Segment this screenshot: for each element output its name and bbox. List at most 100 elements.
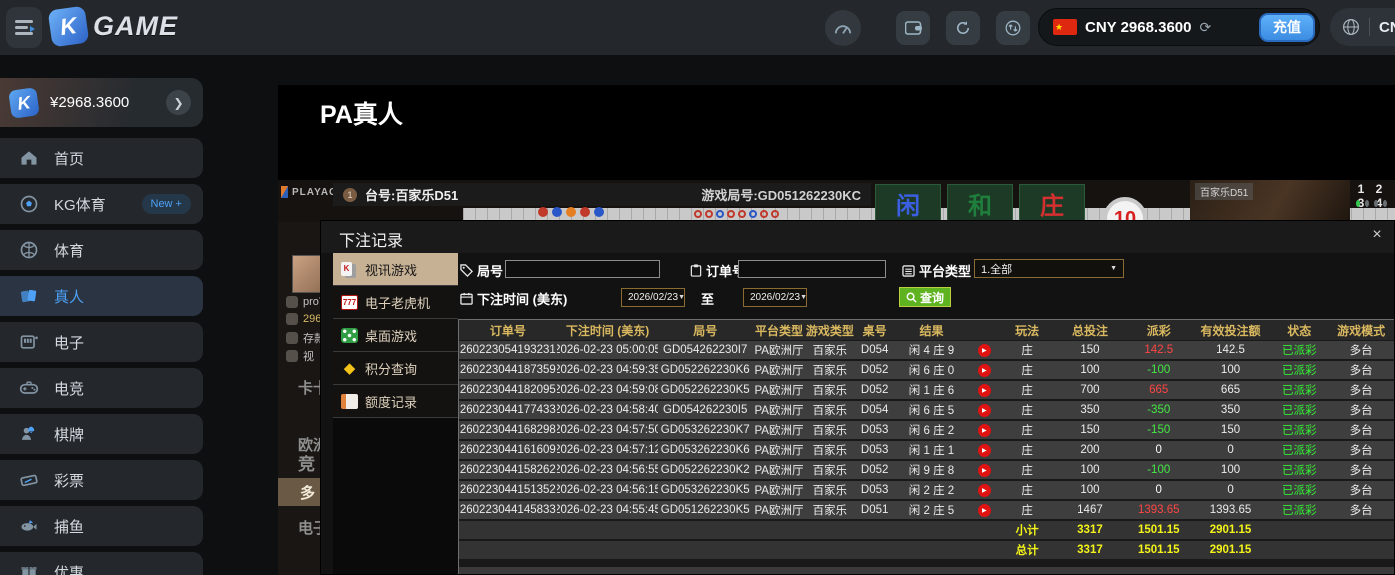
- sidebar-item-promotions[interactable]: 优惠: [0, 552, 203, 575]
- promo-icon: [19, 562, 39, 575]
- sidebar-item-fishing[interactable]: 捕鱼: [0, 506, 203, 546]
- date-from-value: 2026/02/23: [628, 292, 678, 303]
- tab-table-games[interactable]: 桌面游戏: [333, 319, 458, 352]
- replay-button[interactable]: ▶: [978, 444, 991, 457]
- wallet-button[interactable]: [896, 11, 930, 45]
- table-row[interactable]: 260223044168298 2026-02-23 04:57:50 GD05…: [459, 421, 1394, 441]
- language-selector[interactable]: CN: [1330, 8, 1395, 46]
- replay-button[interactable]: ▶: [978, 384, 991, 397]
- dealer-video: 百家乐D51: [1190, 180, 1350, 222]
- grand-total-label: 总计: [1001, 541, 1053, 559]
- search-button[interactable]: 查询: [899, 287, 951, 307]
- table-row[interactable]: 260223044151352 2026-02-23 04:56:15 GD05…: [459, 481, 1394, 501]
- round-input[interactable]: [505, 260, 660, 278]
- roadmap-badges: [538, 207, 604, 217]
- cell-payout: -150: [1127, 421, 1191, 439]
- sidebar-item-lottery[interactable]: 彩票: [0, 460, 203, 500]
- balance-refresh-icon[interactable]: ⟳: [1199, 19, 1211, 36]
- replay-button[interactable]: ▶: [978, 364, 991, 377]
- sidebar-item-sports[interactable]: 体育: [0, 230, 203, 270]
- cell-game-type: 百家乐: [806, 381, 854, 399]
- sidebar-item-slots[interactable]: 电子: [0, 322, 203, 362]
- tab-label: 桌面游戏: [365, 326, 417, 345]
- col-header-game-mode: 游戏模式: [1328, 320, 1394, 340]
- table-row[interactable]: 260223044145833 2026-02-23 04:55:45 GD05…: [459, 501, 1394, 521]
- cell-valid-bet: 100: [1191, 461, 1271, 479]
- esports-icon: [19, 378, 39, 398]
- platform-filter-label: 平台类型: [902, 261, 971, 280]
- sidebar-item-home[interactable]: 首页: [0, 138, 203, 178]
- cell-total-bet: 700: [1053, 381, 1127, 399]
- tab-video-games[interactable]: 视讯游戏: [333, 253, 458, 286]
- order-filter-label: 订单号: [690, 261, 745, 280]
- sidebar-item-esports[interactable]: 电竞: [0, 368, 203, 408]
- date-to-select[interactable]: 2026/02/23 ▼: [743, 288, 807, 307]
- round-filter-label: 局号: [460, 261, 503, 280]
- brand-logo[interactable]: K GAME: [50, 8, 178, 45]
- bet-spot-player[interactable]: 闲: [875, 184, 941, 222]
- col-header-time: 下注时间 (美东): [557, 320, 659, 340]
- table-row[interactable]: 260223044182095 2026-02-23 04:59:08 GD05…: [459, 381, 1394, 401]
- deposit-button[interactable]: 充值: [1259, 13, 1315, 42]
- sidebar-item-live-casino[interactable]: 真人: [0, 276, 203, 316]
- close-icon[interactable]: ×: [1367, 226, 1387, 244]
- subtotal-total-bet: 3317: [1053, 521, 1127, 539]
- modal-content: 局号 订单号 平台类型 1.全部 ▼ 下注时间 (美东) 2026/: [458, 253, 1394, 574]
- table-row[interactable]: 260223044161609 2026-02-23 04:57:12 GD05…: [459, 441, 1394, 461]
- platform-select[interactable]: 1.全部 ▼: [974, 259, 1124, 278]
- tab-slots[interactable]: 777 电子老虎机: [333, 286, 458, 319]
- table-row[interactable]: 260223044158262 2026-02-23 04:56:55 GD05…: [459, 461, 1394, 481]
- bet-spot-tie[interactable]: 和: [947, 184, 1013, 222]
- cards-icon: [341, 262, 358, 277]
- cell-game-type: 百家乐: [806, 481, 854, 499]
- grand-total-total-bet: 3317: [1053, 541, 1127, 559]
- table-body: 260223054193231 2026-02-23 05:00:05 GD05…: [459, 341, 1394, 521]
- col-header-result: 结果: [896, 320, 968, 340]
- cell-method: 庄: [1001, 421, 1053, 439]
- cell-total-bet: 150: [1053, 421, 1127, 439]
- cell-valid-bet: 350: [1191, 401, 1271, 419]
- cell-method: 庄: [1001, 401, 1053, 419]
- fishing-icon: [19, 516, 39, 536]
- col-header-table-no: 桌号: [854, 320, 896, 340]
- date-to-value: 2026/02/23: [750, 292, 800, 303]
- tab-points-query[interactable]: ◆ 积分查询: [333, 352, 458, 385]
- bet-spots: 闲 和 庄: [875, 184, 1085, 222]
- lobby-item[interactable]: 竞: [298, 450, 315, 475]
- sidebar: K ¥2968.3600 ❯ 首页 KG体育 New + 体育 真人 电子 电竞: [0, 55, 217, 575]
- tab-label: 积分查询: [365, 359, 417, 378]
- col-header-payout: 派彩: [1127, 320, 1191, 340]
- table-row[interactable]: 260223054193231 2026-02-23 05:00:05 GD05…: [459, 341, 1394, 361]
- cell-payout: 0: [1127, 441, 1191, 459]
- replay-button[interactable]: ▶: [978, 344, 991, 357]
- network-speed-button[interactable]: [825, 10, 861, 46]
- replay-button[interactable]: ▶: [978, 424, 991, 437]
- date-from-select[interactable]: 2026/02/23 ▼: [621, 288, 685, 307]
- wallet-expand-button[interactable]: ❯: [166, 90, 191, 115]
- replay-button[interactable]: ▶: [978, 404, 991, 417]
- replay-button[interactable]: ▶: [978, 504, 991, 517]
- empty-row: [459, 567, 1394, 574]
- replay-button[interactable]: ▶: [978, 464, 991, 477]
- sidebar-toggle-button[interactable]: [6, 7, 42, 48]
- order-input[interactable]: [738, 260, 886, 278]
- lobby-video[interactable]: 视: [286, 348, 314, 364]
- tab-quota-records[interactable]: 额度记录: [333, 385, 458, 418]
- sidebar-item-kg-sports[interactable]: KG体育 New +: [0, 184, 203, 224]
- currency-balance-pill[interactable]: ★ CNY 2968.3600 ⟳ 充值: [1038, 8, 1320, 46]
- cell-table-no: D053: [854, 441, 896, 459]
- table-info: 台号:百家乐D51: [365, 185, 458, 204]
- cell-table-no: D053: [854, 481, 896, 499]
- table-row[interactable]: 260223044187359 2026-02-23 04:59:35 GD05…: [459, 361, 1394, 381]
- modal-title: 下注记录: [339, 227, 403, 251]
- transfer-button[interactable]: [996, 11, 1030, 45]
- subtotal-valid-bet: 2901.15: [1191, 521, 1271, 539]
- refresh-balance-button[interactable]: [946, 11, 980, 45]
- table-row[interactable]: 260223044177433 2026-02-23 04:58:40 GD05…: [459, 401, 1394, 421]
- replay-button[interactable]: ▶: [978, 484, 991, 497]
- sidebar-item-card-games[interactable]: 棋牌: [0, 414, 203, 454]
- clipboard-icon: [690, 264, 702, 277]
- col-header-platform: 平台类型: [752, 320, 806, 340]
- bet-spot-banker[interactable]: 庄: [1019, 184, 1085, 222]
- cell-valid-bet: 1393.65: [1191, 501, 1271, 519]
